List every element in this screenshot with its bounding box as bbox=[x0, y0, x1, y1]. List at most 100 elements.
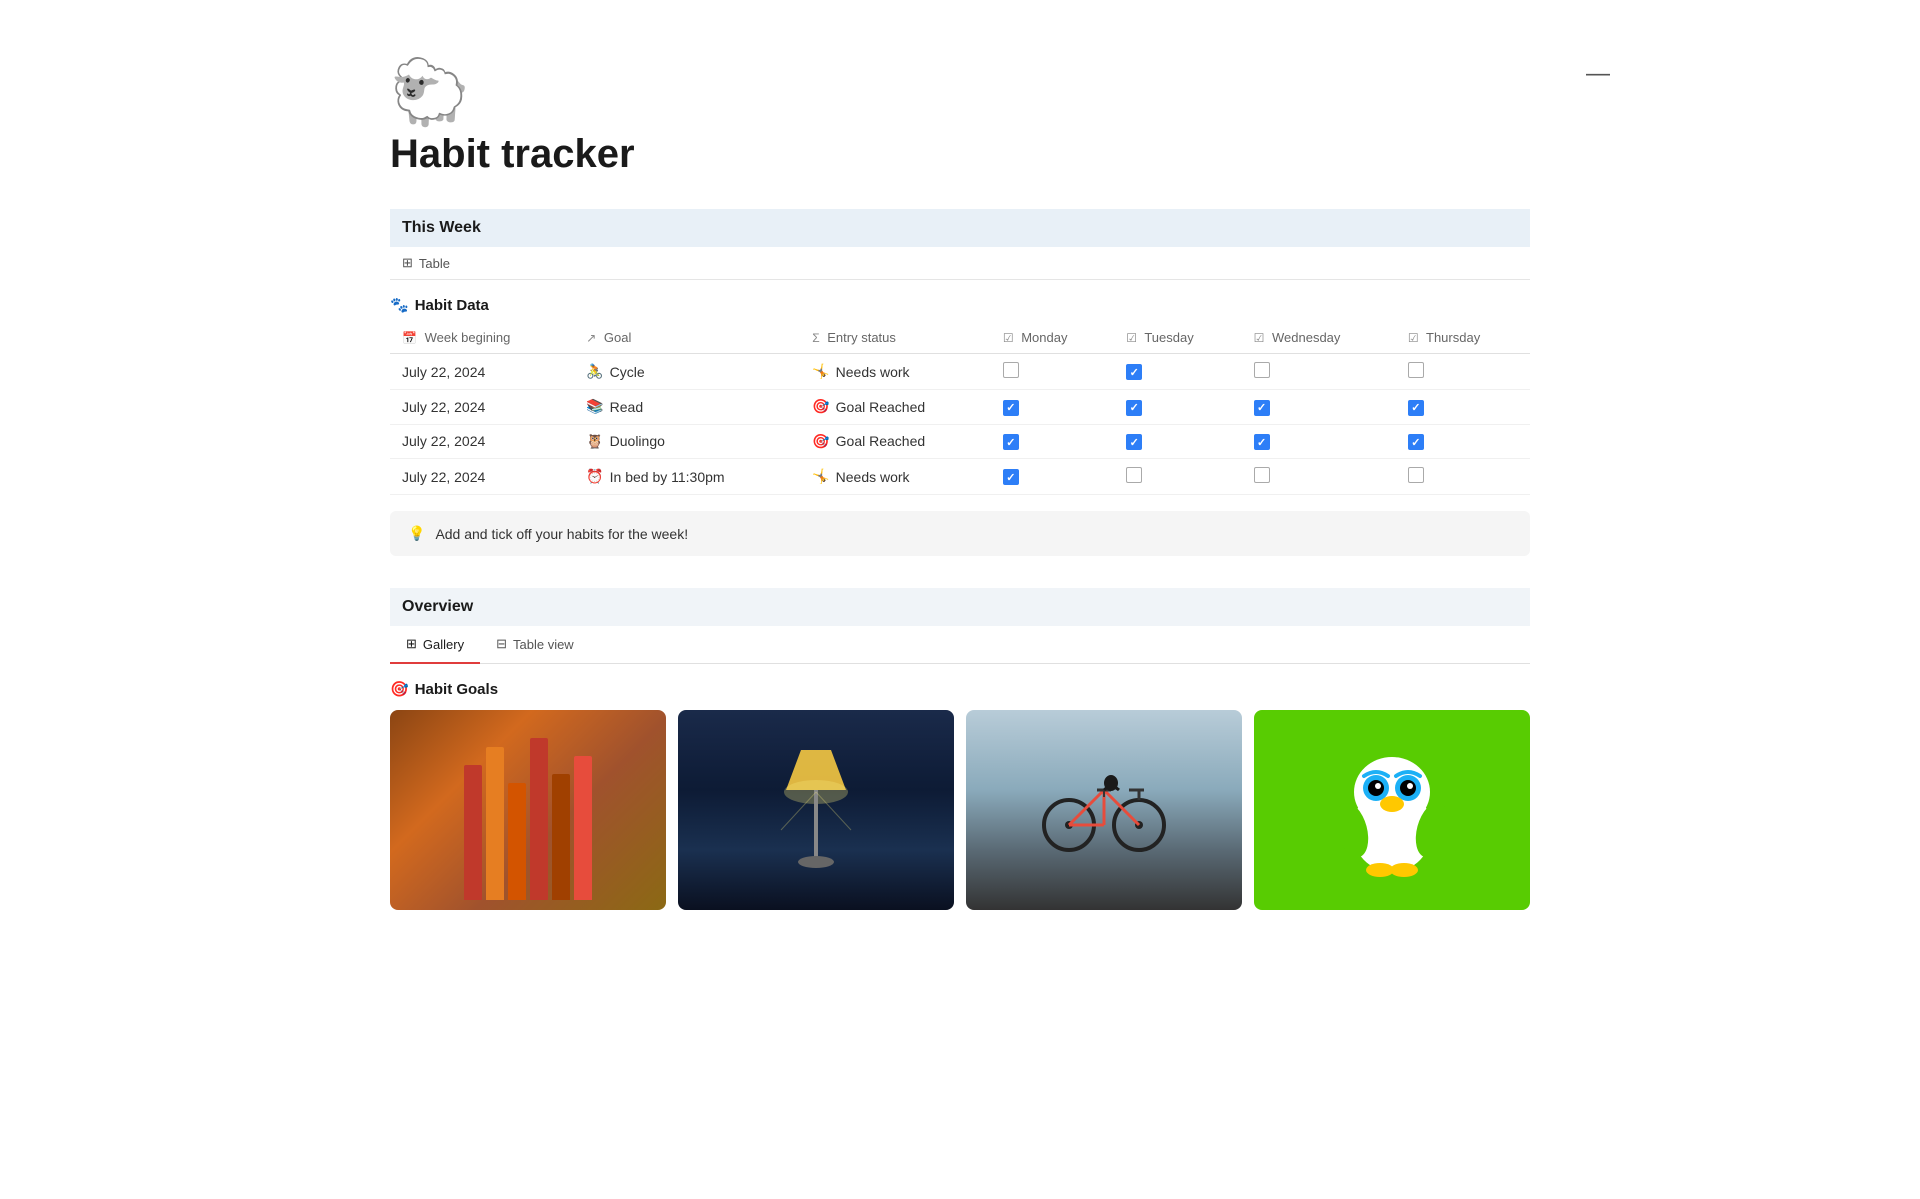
gallery-card-duolingo[interactable] bbox=[1254, 710, 1530, 910]
book-spine-6 bbox=[574, 756, 592, 900]
habit-data-label: Habit Data bbox=[415, 297, 489, 314]
calendar-icon: 📅 bbox=[402, 331, 417, 345]
cell-status: 🎯Goal Reached bbox=[800, 424, 991, 459]
status-icon: 🤸 bbox=[812, 363, 829, 380]
checkbox-unchecked[interactable] bbox=[1254, 467, 1270, 483]
gallery-card-bike[interactable] bbox=[966, 710, 1242, 910]
col-monday-label: Monday bbox=[1021, 330, 1067, 345]
callout-box: 💡 Add and tick off your habits for the w… bbox=[390, 511, 1530, 556]
checkbox-checked[interactable] bbox=[1408, 434, 1424, 450]
table-view-tab-icon: ⊟ bbox=[496, 636, 507, 652]
checkbox-checked[interactable] bbox=[1408, 400, 1424, 416]
col-week-beginning: 📅 Week begining bbox=[390, 322, 574, 354]
callout-icon: 💡 bbox=[408, 525, 425, 542]
table-view-label[interactable]: ⊞ Table bbox=[390, 247, 1530, 280]
lamp-svg bbox=[766, 730, 866, 890]
table-icon: ⊞ bbox=[402, 255, 413, 271]
checkbox-checked[interactable] bbox=[1254, 400, 1270, 416]
habit-data-header: 🐾 Habit Data bbox=[390, 280, 1530, 322]
table-view-tab-label: Table view bbox=[513, 637, 574, 652]
check-icon-mon: ☑ bbox=[1003, 331, 1014, 345]
col-wednesday: ☑ Wednesday bbox=[1242, 322, 1396, 354]
status-icon: 🎯 bbox=[812, 398, 829, 415]
checkbox-checked[interactable] bbox=[1126, 364, 1142, 380]
goal-icon: 🚴 bbox=[586, 363, 603, 380]
check-icon-tue: ☑ bbox=[1126, 331, 1137, 345]
col-wednesday-label: Wednesday bbox=[1272, 330, 1340, 345]
arrow-icon: ↗ bbox=[586, 331, 596, 345]
duolingo-visual bbox=[1254, 710, 1530, 910]
cell-goal: 🦉 Duolingo bbox=[574, 424, 800, 459]
checkbox-unchecked[interactable] bbox=[1408, 362, 1424, 378]
checkbox-unchecked[interactable] bbox=[1126, 467, 1142, 483]
duolingo-svg bbox=[1332, 740, 1452, 880]
book-spine-5 bbox=[552, 774, 570, 900]
checkbox-checked[interactable] bbox=[1003, 469, 1019, 485]
col-goal-label: Goal bbox=[604, 330, 631, 345]
habit-table: 📅 Week begining ↗ Goal Σ Entry status bbox=[390, 322, 1530, 495]
habit-table-wrapper: 📅 Week begining ↗ Goal Σ Entry status bbox=[390, 322, 1530, 495]
cell-date: July 22, 2024 bbox=[390, 354, 574, 390]
cell-date: July 22, 2024 bbox=[390, 390, 574, 425]
checkbox-checked[interactable] bbox=[1254, 434, 1270, 450]
checkbox-checked[interactable] bbox=[1003, 434, 1019, 450]
this-week-header: This Week bbox=[390, 209, 1530, 247]
status-label: Needs work bbox=[836, 364, 910, 380]
tab-gallery[interactable]: ⊞ Gallery bbox=[390, 626, 480, 664]
status-label: Goal Reached bbox=[836, 433, 926, 449]
col-goal: ↗ Goal bbox=[574, 322, 800, 354]
table-row: July 22, 2024⏰In bed by 11:30pm🤸Needs wo… bbox=[390, 459, 1530, 495]
goal-label: Duolingo bbox=[610, 433, 665, 449]
status-icon: 🤸 bbox=[812, 468, 829, 485]
col-entry-status: Σ Entry status bbox=[800, 322, 991, 354]
gallery-card-books[interactable] bbox=[390, 710, 666, 910]
checkbox-checked[interactable] bbox=[1126, 434, 1142, 450]
col-monday: ☑ Monday bbox=[991, 322, 1114, 354]
cell-date: July 22, 2024 bbox=[390, 424, 574, 459]
col-tuesday-label: Tuesday bbox=[1144, 330, 1193, 345]
goal-label: Cycle bbox=[610, 364, 645, 380]
overview-section: Overview ⊞ Gallery ⊟ Table view 🎯 Habit … bbox=[390, 588, 1530, 910]
check-icon-thu: ☑ bbox=[1408, 331, 1419, 345]
checkbox-checked[interactable] bbox=[1003, 400, 1019, 416]
book-spine-2 bbox=[486, 747, 504, 900]
cell-goal: 📚 Read bbox=[574, 390, 800, 425]
table-row: July 22, 2024 📚 Read 🎯Goal Reached bbox=[390, 390, 1530, 425]
lamp-visual bbox=[678, 710, 954, 910]
cell-date: July 22, 2024 bbox=[390, 459, 574, 495]
col-tuesday: ☑ Tuesday bbox=[1114, 322, 1241, 354]
col-status-label: Entry status bbox=[827, 330, 896, 345]
cell-goal: 🚴 Cycle bbox=[574, 354, 800, 390]
col-week-label: Week begining bbox=[425, 330, 511, 345]
book-spine-3 bbox=[508, 783, 526, 900]
book-spine-1 bbox=[464, 765, 482, 900]
col-thursday: ☑ Thursday bbox=[1396, 322, 1530, 354]
tab-table-view[interactable]: ⊟ Table view bbox=[480, 626, 590, 664]
habit-goals-label: Habit Goals bbox=[415, 681, 498, 698]
page-icon: 🐑 bbox=[390, 60, 1530, 124]
table-label: Table bbox=[419, 256, 450, 271]
goal-icon: 🦉 bbox=[586, 433, 603, 450]
check-icon-wed: ☑ bbox=[1254, 331, 1265, 345]
table-row: July 22, 2024 🦉 Duolingo 🎯Goal Reached bbox=[390, 424, 1530, 459]
overview-header: Overview bbox=[390, 588, 1530, 626]
checkbox-unchecked[interactable] bbox=[1408, 467, 1424, 483]
minimize-button[interactable]: — bbox=[1586, 60, 1610, 88]
table-row: July 22, 2024 🚴 Cycle 🤸 Needs work bbox=[390, 354, 1530, 390]
checkbox-unchecked[interactable] bbox=[1003, 362, 1019, 378]
cell-status: 🤸Needs work bbox=[800, 459, 991, 495]
goal-label: In bed by 11:30pm bbox=[610, 469, 725, 485]
cell-status: 🤸 Needs work bbox=[800, 354, 991, 390]
goal-label: Read bbox=[610, 399, 643, 415]
books-visual bbox=[390, 710, 666, 910]
cell-status: 🎯Goal Reached bbox=[800, 390, 991, 425]
checkbox-unchecked[interactable] bbox=[1254, 362, 1270, 378]
goal-icon: 📚 bbox=[586, 398, 603, 415]
callout-text: Add and tick off your habits for the wee… bbox=[435, 526, 688, 542]
this-week-section: This Week ⊞ Table 🐾 Habit Data 📅 Week be… bbox=[390, 209, 1530, 556]
checkbox-checked[interactable] bbox=[1126, 400, 1142, 416]
habit-goals-header: 🎯 Habit Goals bbox=[390, 664, 1530, 710]
bike-visual bbox=[966, 710, 1242, 910]
gallery-card-lamp[interactable] bbox=[678, 710, 954, 910]
sigma-icon: Σ bbox=[812, 331, 819, 345]
